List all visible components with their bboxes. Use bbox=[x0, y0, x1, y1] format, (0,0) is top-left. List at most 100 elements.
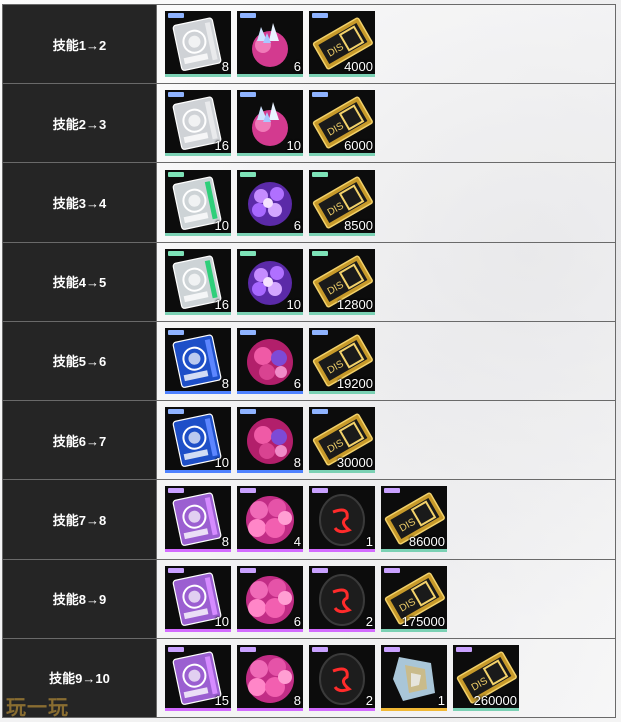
item-quantity: 8500 bbox=[344, 217, 373, 233]
item-quantity: 8 bbox=[293, 455, 301, 471]
rarity-tag bbox=[240, 567, 256, 573]
material-item: 10 bbox=[237, 90, 303, 157]
item-quantity: 8 bbox=[221, 59, 229, 75]
material-item: DIS 260000 bbox=[453, 644, 519, 711]
material-list: 8 6 DIS 19200 bbox=[165, 327, 615, 394]
materials-cell: 15 8 2 1 DIS 260000 bbox=[156, 637, 616, 719]
rarity-tag bbox=[240, 409, 256, 415]
rarity-tag bbox=[312, 329, 328, 335]
rarity-tag bbox=[384, 488, 400, 494]
watermark-logo: 玩一玩 bbox=[6, 697, 69, 719]
material-item: DIS 12800 bbox=[309, 248, 375, 315]
item-quantity: 10 bbox=[286, 296, 301, 312]
rarity-tag bbox=[168, 250, 184, 256]
material-item: 1 bbox=[309, 486, 375, 553]
material-item: 2 bbox=[309, 644, 375, 711]
material-item: 15 bbox=[165, 644, 231, 711]
item-quantity: 2 bbox=[365, 613, 373, 629]
material-item: 4 bbox=[237, 486, 303, 553]
material-item: 2 bbox=[309, 565, 375, 632]
material-list: 15 8 2 1 DIS 260000 bbox=[165, 644, 615, 711]
material-item: 6 bbox=[237, 169, 303, 236]
table-row: 技能7→8 8 4 1 DIS 86000 bbox=[2, 479, 616, 560]
rarity-tag bbox=[312, 646, 328, 652]
material-list: 10 8 DIS 30000 bbox=[165, 407, 615, 474]
item-quantity: 6 bbox=[293, 59, 301, 75]
material-item: 10 bbox=[165, 407, 231, 474]
rarity-tag bbox=[312, 567, 328, 573]
table-row: 技能2→3 16 10 DIS 6000 bbox=[2, 83, 616, 164]
materials-cell: 8 4 1 DIS 86000 bbox=[156, 479, 616, 560]
skill-level-label: 技能8→9 bbox=[2, 558, 157, 639]
item-quantity: 10 bbox=[286, 138, 301, 154]
item-quantity: 4 bbox=[293, 534, 301, 550]
item-quantity: 12800 bbox=[336, 296, 373, 312]
material-list: 10 6 2 DIS 175000 bbox=[165, 565, 615, 632]
item-quantity: 2 bbox=[365, 692, 373, 708]
material-item: DIS 8500 bbox=[309, 169, 375, 236]
material-item: 10 bbox=[165, 565, 231, 632]
material-item: 16 bbox=[165, 90, 231, 157]
rarity-tag bbox=[312, 92, 328, 98]
rarity-tag bbox=[168, 13, 184, 19]
rarity-tag bbox=[384, 646, 400, 652]
rarity-tag bbox=[312, 488, 328, 494]
item-quantity: 1 bbox=[437, 692, 445, 708]
materials-cell: 10 6 2 DIS 175000 bbox=[156, 558, 616, 639]
material-list: 16 10 DIS 6000 bbox=[165, 90, 615, 157]
material-list: 10 6 DIS 8500 bbox=[165, 169, 615, 236]
rarity-tag bbox=[456, 646, 472, 652]
rarity-tag bbox=[168, 488, 184, 494]
item-quantity: 8 bbox=[293, 692, 301, 708]
item-quantity: 8 bbox=[221, 375, 229, 391]
material-list: 16 10 DIS 12800 bbox=[165, 248, 615, 315]
skill-level-label: 技能7→8 bbox=[2, 479, 157, 560]
rarity-tag bbox=[240, 250, 256, 256]
table-row: 技能8→9 10 6 2 DIS 175000 bbox=[2, 558, 616, 639]
item-quantity: 16 bbox=[214, 296, 229, 312]
rarity-tag bbox=[312, 250, 328, 256]
material-item: 16 bbox=[165, 248, 231, 315]
skill-level-label: 技能2→3 bbox=[2, 83, 157, 164]
material-item: DIS 30000 bbox=[309, 407, 375, 474]
skill-level-label: 技能5→6 bbox=[2, 320, 157, 402]
material-item: DIS 86000 bbox=[381, 486, 447, 553]
material-list: 8 6 DIS 4000 bbox=[165, 11, 615, 78]
material-item: 6 bbox=[237, 327, 303, 394]
skill-level-label: 技能1→2 bbox=[2, 3, 157, 85]
item-quantity: 6000 bbox=[344, 138, 373, 154]
rarity-tag bbox=[240, 171, 256, 177]
item-quantity: 15 bbox=[214, 692, 229, 708]
material-item: 6 bbox=[237, 11, 303, 78]
item-quantity: 6 bbox=[293, 613, 301, 629]
material-item: DIS 175000 bbox=[381, 565, 447, 632]
item-quantity: 6 bbox=[293, 375, 301, 391]
material-item: 1 bbox=[381, 644, 447, 711]
rarity-tag bbox=[168, 409, 184, 415]
rarity-tag bbox=[312, 171, 328, 177]
item-quantity: 19200 bbox=[336, 375, 373, 391]
material-item: 8 bbox=[237, 407, 303, 474]
rarity-tag bbox=[168, 171, 184, 177]
material-item: 10 bbox=[165, 169, 231, 236]
material-item: 10 bbox=[237, 248, 303, 315]
item-quantity: 10 bbox=[214, 613, 229, 629]
item-quantity: 86000 bbox=[408, 534, 445, 550]
materials-cell: 10 8 DIS 30000 bbox=[156, 400, 616, 481]
item-quantity: 260000 bbox=[473, 692, 517, 708]
item-quantity: 8 bbox=[221, 534, 229, 550]
rarity-tag bbox=[240, 646, 256, 652]
table-row: 技能6→7 10 8 DIS 30000 bbox=[2, 400, 616, 481]
item-quantity: 175000 bbox=[401, 613, 445, 629]
table-row: 技能1→2 8 6 DIS 4000 bbox=[2, 3, 616, 85]
rarity-tag bbox=[168, 92, 184, 98]
skill-upgrade-table: 技能1→2 8 6 DIS 4000 技能2→3 16 10 DIS 6000 … bbox=[2, 3, 616, 719]
rarity-tag bbox=[384, 567, 400, 573]
rarity-tag bbox=[240, 329, 256, 335]
rarity-tag bbox=[312, 13, 328, 19]
skill-level-label: 技能3→4 bbox=[2, 162, 157, 243]
material-item: DIS 19200 bbox=[309, 327, 375, 394]
item-quantity: 16 bbox=[214, 138, 229, 154]
rarity-tag bbox=[168, 646, 184, 652]
materials-cell: 10 6 DIS 8500 bbox=[156, 162, 616, 243]
